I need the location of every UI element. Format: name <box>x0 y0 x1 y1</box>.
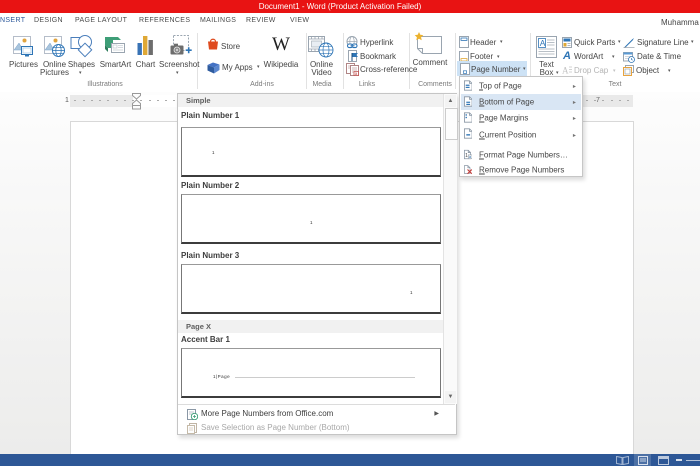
svg-text:A: A <box>540 38 546 48</box>
svg-text:A: A <box>562 66 569 76</box>
svg-text:1: 1 <box>465 153 468 159</box>
